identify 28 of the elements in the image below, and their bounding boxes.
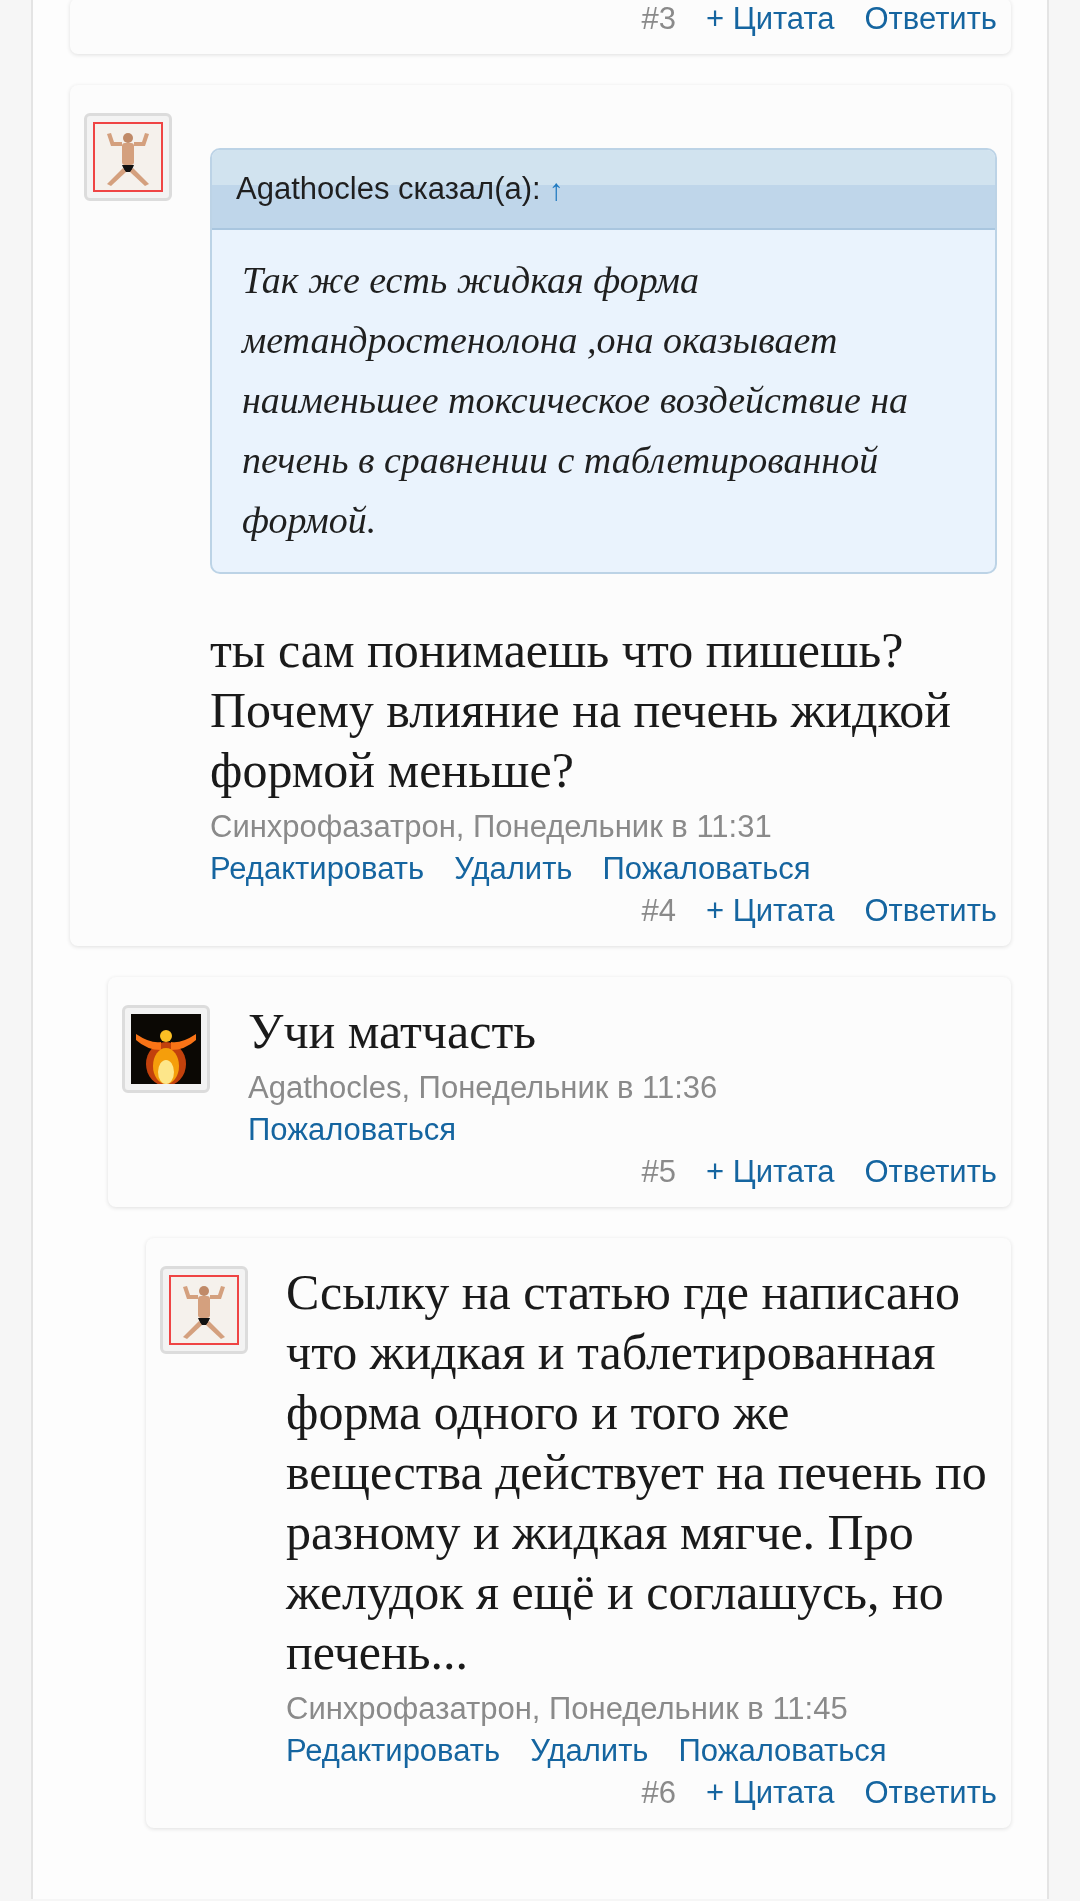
reply-link[interactable]: Ответить [864, 1772, 997, 1814]
jump-link[interactable]: ↑ [548, 166, 564, 212]
post-meta: Agathocles, Понедельник в 11:36 [248, 1069, 719, 1107]
post-action-link[interactable]: Пожаловаться [602, 848, 811, 890]
post-action-link[interactable]: Удалить [530, 1730, 649, 1772]
post-action-link[interactable]: Редактировать [286, 1730, 501, 1772]
post-meta: Синхрофазатрон, Понедельник в 11:31 [210, 808, 773, 846]
quote-link[interactable]: + Цитата [706, 0, 835, 40]
post-action-link[interactable]: Пожаловаться [678, 1730, 887, 1772]
post-action-link[interactable]: Удалить [454, 848, 573, 890]
post-text: ты сам понимаешь что пишешь? Почему влияние на печень жидкой формой меньше? [210, 621, 952, 800]
post-action-link[interactable]: Редактировать [210, 848, 425, 890]
post-text: Ссылку на статью где написано что жидкая и таблетированная форма одного и того же вещества действует на печень по разному и жидкая мягче. Про желудок я ещё и соглашусь, но печень... [286, 1263, 988, 1682]
quoted-text: Так же есть жидкая форма метандростенолона ,она оказывает наименьшее токсическое воздействие на печень в сравнении с таблетированной формой. [240, 258, 910, 543]
reply-link[interactable]: Ответить [864, 890, 997, 932]
post-meta: Синхрофазатрон, Понедельник в 11:45 [286, 1690, 849, 1728]
quote-author: Agathocles сказал(а): [236, 169, 541, 208]
post-action-link[interactable]: Пожаловаться [248, 1109, 457, 1151]
post-number: #3 [641, 0, 676, 38]
post-number: #6 [641, 1774, 676, 1812]
quote-link[interactable]: + Цитата [706, 1772, 835, 1814]
post-number: #5 [641, 1153, 676, 1191]
quote-link[interactable]: + Цитата [706, 1151, 835, 1193]
quote-link[interactable]: + Цитата [706, 890, 835, 932]
reply-link[interactable]: Ответить [864, 1151, 997, 1193]
post-number: #4 [641, 892, 676, 930]
reply-link[interactable]: Ответить [864, 0, 997, 40]
post-text: Учи матчасть [248, 1002, 538, 1061]
